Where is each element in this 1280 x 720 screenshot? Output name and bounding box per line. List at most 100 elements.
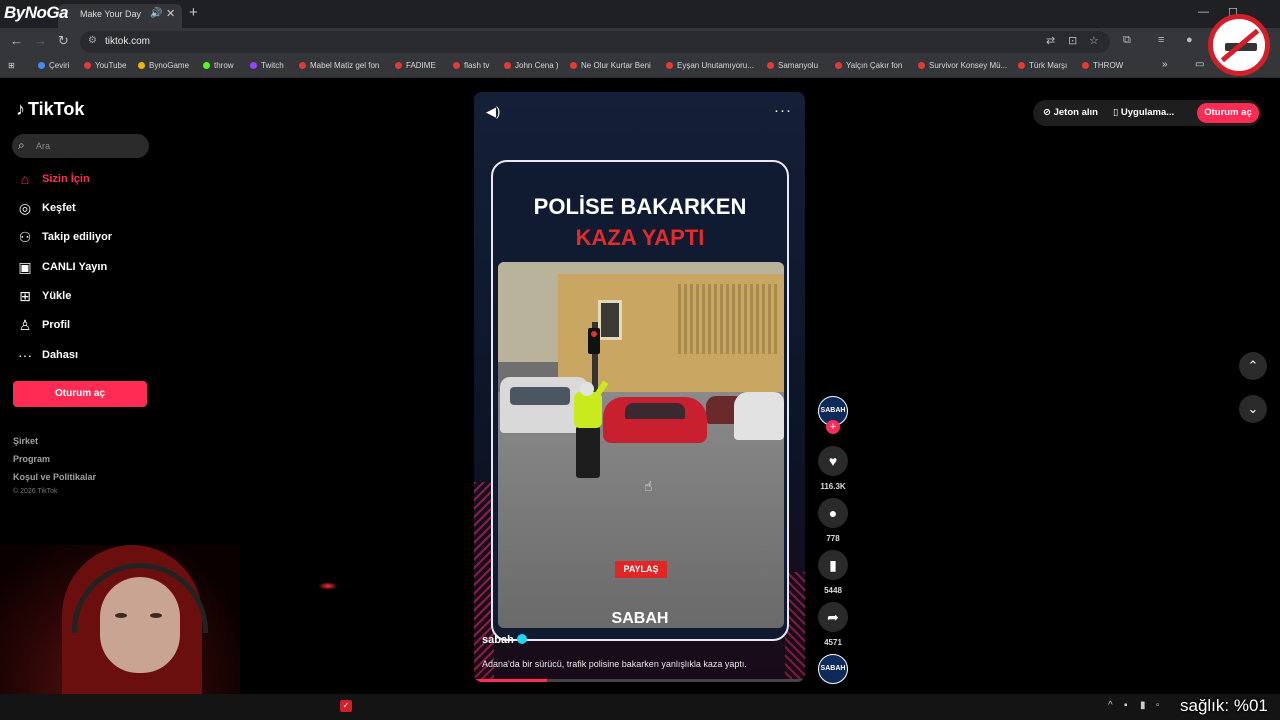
- get-app-button[interactable]: ▯ Uygulama...: [1113, 107, 1174, 118]
- bookmark-item[interactable]: BynoGame: [138, 61, 189, 70]
- close-icon[interactable]: ✕: [166, 7, 175, 20]
- microphone-icon[interactable]: ▮: [1140, 700, 1146, 711]
- browser-tab[interactable]: Make Your Day 🔊 ✕: [58, 4, 182, 28]
- nav-item-more[interactable]: ··· Dahası: [16, 346, 156, 368]
- bookmark-item[interactable]: YouTube: [84, 61, 126, 70]
- bookmark-item[interactable]: Türk Marşı: [1018, 61, 1067, 70]
- browser-tab-bar: Make Your Day 🔊 ✕ + — ☐: [0, 0, 1280, 28]
- nav-item-upload[interactable]: ⊞ Yükle: [16, 287, 156, 309]
- bookmark-item[interactable]: THROW: [1082, 61, 1123, 70]
- red-light: [318, 582, 338, 590]
- media-icon[interactable]: ≡: [1158, 34, 1164, 46]
- nav-label: Takip ediliyor: [42, 231, 113, 243]
- share-count: 4571: [824, 638, 842, 647]
- music-disc[interactable]: SABAH: [818, 654, 848, 684]
- comment-icon[interactable]: ●: [818, 498, 848, 528]
- login-button[interactable]: Oturum aç: [13, 381, 147, 407]
- heart-icon[interactable]: ♥: [818, 446, 848, 476]
- nav-item-for-you[interactable]: ⌂ Sizin İçin: [16, 170, 156, 192]
- headline-line-1: POLİSE BAKARKEN: [533, 194, 747, 219]
- bookmark-item[interactable]: Yalçın Çakır fon: [835, 61, 902, 70]
- translate-icon[interactable]: ⇄: [1046, 34, 1055, 47]
- red-car-shape: [603, 397, 707, 443]
- more-options-icon[interactable]: ···: [774, 102, 792, 119]
- tray-app-icon[interactable]: ▫: [1156, 700, 1160, 711]
- apps-grid-icon[interactable]: ⊞: [8, 61, 15, 70]
- following-icon: ⚇: [18, 229, 32, 245]
- chevron-down-icon[interactable]: ⌄: [1239, 395, 1267, 423]
- bookmark-item[interactable]: flash tv: [453, 61, 489, 70]
- profile-icon: ♙: [18, 317, 32, 333]
- tiktok-logo[interactable]: ♪ TikTok: [16, 99, 84, 120]
- nav-label: Yükle: [42, 290, 72, 302]
- share-icon[interactable]: ➦: [818, 602, 848, 632]
- url-bar[interactable]: ⚙ tiktok.com: [80, 31, 1110, 53]
- forward-arrow-icon[interactable]: →: [34, 33, 47, 48]
- author-name[interactable]: sabah: [482, 634, 527, 646]
- footer-link-company[interactable]: Şirket: [13, 436, 38, 446]
- tray-app-icon[interactable]: ▪: [1124, 700, 1128, 711]
- minimize-icon[interactable]: —: [1198, 6, 1209, 18]
- bookmark-icon[interactable]: ▮: [818, 550, 848, 580]
- bookmark-item[interactable]: Eyşan Unutamıyoru...: [666, 61, 754, 70]
- bookmark-item[interactable]: Twitch: [250, 61, 284, 70]
- bookmark-item[interactable]: Survivor Konsey Mü...: [918, 61, 1007, 70]
- taskbar-app-icon[interactable]: ✓: [340, 700, 352, 712]
- tiktok-note-icon: ♪: [16, 99, 25, 119]
- follow-plus-icon[interactable]: +: [826, 420, 840, 434]
- site-info-icon[interactable]: ⚙: [88, 35, 97, 46]
- video-progress-bar[interactable]: [474, 679, 805, 682]
- folder-icon[interactable]: ▭: [1195, 59, 1204, 70]
- back-arrow-icon[interactable]: ←: [10, 33, 23, 48]
- extensions-icon[interactable]: ⧉: [1123, 34, 1131, 47]
- video-player[interactable]: ◀) ··· POLİSE BAKARKEN KAZA YAPTI PAYLAŞ…: [474, 92, 805, 682]
- speaker-icon[interactable]: 🔊: [150, 8, 162, 19]
- bookmark-item[interactable]: throw: [203, 61, 234, 70]
- chevron-up-icon[interactable]: ⌃: [1239, 352, 1267, 380]
- phone-icon: ▯: [1113, 107, 1121, 118]
- taskbar: ✓ ^ ▪ ▮ ▫: [0, 694, 1280, 720]
- top-right-actions: ⊘ Jeton alın ▯ Uygulama... Oturum aç: [1033, 100, 1261, 126]
- top-login-button[interactable]: Oturum aç: [1197, 103, 1259, 123]
- bookmarks-bar: ⊞ Çeviri YouTube BynoGame throw Twitch M…: [0, 56, 1280, 78]
- nav-item-profile[interactable]: ♙ Profil: [16, 316, 156, 338]
- author-text[interactable]: sabah: [482, 634, 514, 646]
- search-input[interactable]: [36, 138, 141, 154]
- url-text[interactable]: tiktok.com: [105, 36, 150, 47]
- nav-item-following[interactable]: ⚇ Takip ediliyor: [16, 228, 156, 250]
- save-count: 5448: [824, 586, 842, 595]
- bookmark-item[interactable]: Samanyolu: [767, 61, 818, 70]
- search-icon[interactable]: ⌕: [18, 138, 25, 153]
- nav-item-live[interactable]: ▣ CANLI Yayın: [16, 258, 156, 280]
- bookmark-item[interactable]: Mabel Matiz gel fon: [299, 61, 379, 70]
- headline-line-2: KAZA YAPTI: [575, 225, 705, 250]
- volume-icon[interactable]: ◀): [486, 104, 500, 120]
- live-icon: ▣: [18, 259, 32, 275]
- streamer-logo: ByNoGa: [4, 3, 69, 22]
- tab-title: Make Your Day: [80, 9, 142, 19]
- get-coins-button[interactable]: ⊘ Jeton alın: [1043, 107, 1098, 118]
- nav-label: Profil: [42, 319, 71, 331]
- nav-item-explore[interactable]: ◎ Keşfet: [16, 199, 156, 221]
- bookmark-item[interactable]: FADIME: [395, 61, 436, 70]
- video-progress-fill: [474, 679, 547, 682]
- officer-legs-shape: [576, 426, 600, 478]
- install-app-icon[interactable]: ⊡: [1068, 34, 1077, 47]
- footer-link-program[interactable]: Program: [13, 454, 50, 464]
- bookmark-item[interactable]: John Cena ): [504, 61, 559, 70]
- tray-chevron-icon[interactable]: ^: [1108, 700, 1113, 711]
- new-tab-button[interactable]: +: [189, 4, 198, 21]
- star-icon[interactable]: ☆: [1089, 34, 1099, 47]
- window-shape: [598, 300, 622, 340]
- compass-icon: ◎: [18, 200, 32, 216]
- more-icon: ···: [18, 347, 32, 363]
- bookmark-item[interactable]: Çeviri: [38, 61, 69, 70]
- footer-link-terms[interactable]: Koşul ve Politikalar: [13, 472, 96, 482]
- bookmark-item[interactable]: Ne Olur Kurtar Beni: [570, 61, 651, 70]
- coin-icon: ⊘: [1043, 107, 1054, 118]
- more-bookmarks-icon[interactable]: »: [1162, 59, 1168, 70]
- search-box[interactable]: ⌕: [12, 134, 149, 158]
- address-toolbar: ← → ↻ ⚙ tiktok.com ⇄ ⊡ ☆ ⧉ ≡ ●: [0, 28, 1280, 56]
- profile-avatar-icon[interactable]: ●: [1186, 34, 1193, 46]
- reload-icon[interactable]: ↻: [58, 33, 69, 49]
